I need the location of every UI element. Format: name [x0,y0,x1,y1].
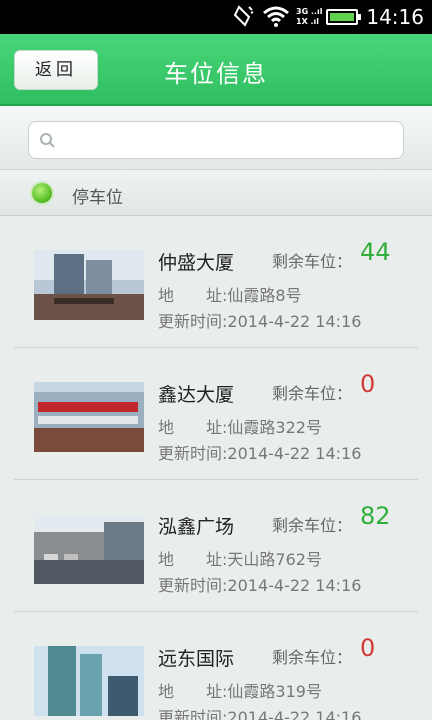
address-value: 仙霞路319号 [227,682,322,701]
address-value: 仙霞路322号 [227,418,322,437]
search-box[interactable] [28,121,404,159]
updated-value: 2014-4-22 14:16 [227,312,362,331]
sync-icon [232,4,256,32]
remaining-count: 44 [360,238,391,266]
app-header: 返回 车位信息 [0,34,432,106]
wifi-icon [262,4,290,32]
lot-address: 地 址:仙霞路322号 [158,414,322,438]
address-key: 地 [158,550,175,569]
search-icon [39,132,55,148]
remaining-count: 0 [360,634,376,662]
building-photo [34,250,144,320]
remaining-count: 82 [360,502,391,530]
lot-address: 地 址:天山路762号 [158,546,322,570]
updated-value: 2014-4-22 14:16 [227,444,362,463]
updated-label: 更新时间: [158,312,228,331]
address-key: 地 [158,418,175,437]
search-input[interactable] [65,128,395,154]
address-sep: 址: [206,682,228,701]
building-photo [34,646,144,716]
lot-name: 仲盛大厦 [158,252,235,274]
lot-updated: 更新时间:2014-4-22 14:16 [158,704,361,720]
address-sep: 址: [206,418,228,437]
updated-label: 更新时间: [158,708,228,720]
address-sep: 址: [206,550,228,569]
address-key: 地 [158,286,175,305]
search-area [0,106,432,170]
signal-icon: 3G ..ıl 1X .ıl [296,7,323,26]
category-label: 停车位 [72,188,123,208]
list-item[interactable]: 仲盛大厦 剩余车位： 44 地 址:仙霞路8号 更新时间:2014-4-22 14… [0,216,432,348]
page-title: 车位信息 [164,60,268,88]
updated-label: 更新时间: [158,576,228,595]
clock: 14:16 [366,5,424,29]
status-dot-icon [32,183,52,203]
address-value: 天山路762号 [227,550,322,569]
lot-name: 泓鑫广场 [158,516,235,538]
list-item[interactable]: 鑫达大厦 剩余车位： 0 地 址:仙霞路322号 更新时间:2014-4-22 1… [0,348,432,480]
status-bar: 3G ..ıl 1X .ıl 14:16 [0,0,432,34]
battery-icon [326,9,361,25]
remaining-label: 剩余车位： [272,648,353,667]
lot-address: 地 址:仙霞路8号 [158,282,302,306]
updated-label: 更新时间: [158,444,228,463]
parking-lot-list: 仲盛大厦 剩余车位： 44 地址:仙霞路8号 更新时间:2014-4-22 14… [0,216,432,720]
remaining-label: 剩余车位： [272,252,353,271]
lot-updated: 更新时间:2014-4-22 14:16 [158,572,361,596]
network-type-bottom: 1X [296,17,308,26]
lot-name: 鑫达大厦 [158,384,235,406]
address-value: 仙霞路8号 [227,286,302,305]
lot-address: 地 址:仙霞路319号 [158,678,322,702]
updated-value: 2014-4-22 14:16 [227,576,362,595]
remaining-label: 剩余车位： [272,384,353,403]
remaining-count: 0 [360,370,376,398]
building-photo [34,514,144,584]
list-item[interactable]: 泓鑫广场 剩余车位： 82 地 址:天山路762号 更新时间:2014-4-22 … [0,480,432,612]
lot-name: 远东国际 [158,648,235,670]
building-photo [34,382,144,452]
category-bar[interactable]: 停车位 [0,170,432,216]
list-item[interactable]: 远东国际 剩余车位： 0 地 址:仙霞路319号 更新时间:2014-4-22 1… [0,612,432,720]
remaining-label: 剩余车位： [272,516,353,535]
address-key: 地 [158,682,175,701]
lot-updated: 更新时间:2014-4-22 14:16 [158,308,361,332]
address-sep: 址: [206,286,228,305]
network-type-top: 3G [296,7,309,16]
updated-value: 2014-4-22 14:16 [227,708,362,720]
lot-updated: 更新时间:2014-4-22 14:16 [158,440,361,464]
